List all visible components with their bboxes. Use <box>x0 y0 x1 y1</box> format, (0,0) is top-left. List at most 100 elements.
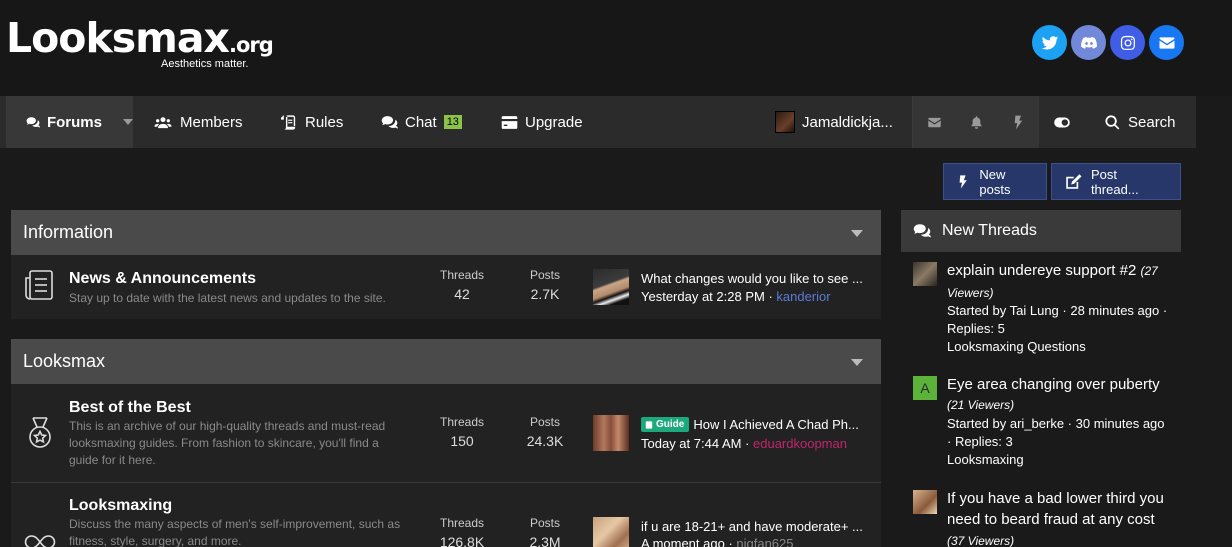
thread-starter: Started by Tai Lung · 28 minutes ago · <box>947 303 1168 318</box>
chevron-down-icon[interactable] <box>123 119 133 125</box>
forum-title[interactable]: Looksmaxing <box>69 497 172 515</box>
last-post-time[interactable]: A moment ago <box>641 536 725 547</box>
scroll-icon <box>281 114 296 130</box>
threads-stat: Threads 126.8K <box>432 516 492 547</box>
threads-count: 42 <box>454 286 470 302</box>
instagram-icon[interactable] <box>1110 25 1145 60</box>
whats-new-button[interactable] <box>997 96 1039 148</box>
post-thread-label: Post thread... <box>1090 166 1139 197</box>
posts-count: 2.3M <box>529 534 561 547</box>
new-threads-header: New Threads <box>901 210 1181 252</box>
nav-rules-tab[interactable]: Rules <box>281 96 343 148</box>
forum-title[interactable]: Best of the Best <box>69 399 191 417</box>
social-links <box>1032 25 1184 60</box>
logo-tagline: Aesthetics matter. <box>161 58 249 70</box>
posts-count: 24.3K <box>526 433 564 449</box>
last-post-title[interactable]: if u are 18-21+ and have moderate+ ... <box>641 519 871 534</box>
bolt-icon <box>1014 115 1022 129</box>
user-account-menu[interactable]: Jamaldickja... <box>763 96 913 148</box>
avatar[interactable] <box>913 262 937 286</box>
twitter-icon[interactable] <box>1032 25 1067 60</box>
envelope-icon <box>927 117 941 127</box>
category-header-looksmax[interactable]: Looksmax <box>11 339 881 384</box>
discord-icon[interactable] <box>1071 25 1106 60</box>
posts-label: Posts <box>529 415 560 429</box>
last-post-user[interactable]: kanderior <box>776 289 830 304</box>
nav-rules-label: Rules <box>305 113 344 131</box>
main-nav: Forums Members Rules Chat 13 Upgrade Jam… <box>0 96 1196 148</box>
logo-org: .org <box>228 33 274 57</box>
forum-description: This is an archive of our high-quality t… <box>69 419 386 467</box>
last-post-time[interactable]: Today at 7:44 AM <box>641 436 741 451</box>
threads-label: Threads <box>439 415 485 429</box>
threads-stat: Threads 150 <box>432 415 492 449</box>
username: Jamaldickja... <box>802 113 893 131</box>
sidebar-title[interactable]: New Threads <box>942 222 1037 240</box>
threads-label: Threads <box>439 268 485 282</box>
new-thread-item: A Eye area changing over puberty (21 Vie… <box>913 374 1183 474</box>
last-post-title-text: What changes would you like to see ... <box>641 271 863 286</box>
thread-title[interactable]: If you have a bad lower third you need t… <box>947 488 1177 530</box>
posts-stat: Posts 24.3K <box>515 415 575 449</box>
new-posts-button[interactable]: New posts <box>943 163 1047 200</box>
thread-forum-link[interactable]: Looksmaxing Questions <box>947 338 1183 356</box>
avatar <box>775 111 795 133</box>
last-post-title[interactable]: Guide How I Achieved A Chad Ph... <box>641 417 871 432</box>
nav-chat-tab[interactable]: Chat 13 <box>381 96 462 148</box>
forum-description: Discuss the many aspects of men's self-i… <box>69 517 401 547</box>
site-logo[interactable]: Looksmax.org Aesthetics matter. <box>6 16 274 70</box>
last-post-user[interactable]: eduardkoopman <box>753 436 847 451</box>
thread-replies: Replies: 5 <box>947 321 1005 336</box>
threads-label: Threads <box>439 516 485 530</box>
comments-icon <box>26 116 40 127</box>
last-post-meta: Today at 7:44 AM · eduardkoopman <box>641 436 847 451</box>
thread-replies: · Replies: 3 <box>947 434 1013 449</box>
forum-node-looksmaxing: Looksmaxing Discuss the many aspects of … <box>11 483 881 547</box>
last-post-avatar[interactable] <box>593 517 629 547</box>
collapse-toggle-icon[interactable] <box>851 359 863 366</box>
thread-forum-link[interactable]: Looksmaxing <box>947 451 1183 469</box>
thread-title-text: explain undereye support #2 <box>947 262 1137 279</box>
last-post-title[interactable]: What changes would you like to see ... <box>641 271 871 286</box>
post-thread-button[interactable]: Post thread... <box>1051 163 1181 200</box>
thread-title[interactable]: explain undereye support #2 (27 Viewers) <box>947 260 1177 304</box>
style-toggle-button[interactable] <box>1040 96 1084 148</box>
nav-upgrade-tab[interactable]: Upgrade <box>501 96 583 148</box>
category-header-information[interactable]: Information <box>11 210 881 255</box>
nav-chat-label: Chat <box>405 113 437 131</box>
nav-members-tab[interactable]: Members <box>153 96 243 148</box>
guide-prefix-badge[interactable]: Guide <box>641 417 690 432</box>
nav-members-label: Members <box>180 113 243 131</box>
users-icon <box>154 116 172 128</box>
collapse-toggle-icon[interactable] <box>851 230 863 237</box>
search-button[interactable]: Search <box>1104 96 1176 148</box>
edit-icon <box>1066 173 1082 189</box>
thread-starter: Started by ari_berke · 30 minutes ago <box>947 416 1165 431</box>
forum-node-best-of-the-best: Best of the Best This is an archive of o… <box>11 384 881 482</box>
last-post-meta: A moment ago · nigfan625 <box>641 536 794 547</box>
posts-label: Posts <box>529 516 560 530</box>
thread-title[interactable]: Eye area changing over puberty <box>947 374 1177 395</box>
posts-stat: Posts 2.7K <box>515 268 575 302</box>
prefix-label: Guide <box>656 419 685 430</box>
alerts-button[interactable] <box>955 96 997 148</box>
bolt-icon <box>959 174 967 189</box>
bell-icon <box>971 115 981 129</box>
last-post-avatar[interactable] <box>593 269 629 305</box>
forum-title[interactable]: News & Announcements <box>69 270 256 288</box>
new-thread-item: If you have a bad lower third you need t… <box>913 488 1183 547</box>
threads-count: 150 <box>450 433 474 449</box>
chat-count-badge: 13 <box>443 115 462 129</box>
avatar[interactable] <box>913 490 937 514</box>
conversations-button[interactable] <box>913 96 955 148</box>
last-post-time[interactable]: Yesterday at 2:28 PM <box>641 289 765 304</box>
last-post-avatar[interactable] <box>593 415 629 451</box>
email-icon[interactable] <box>1149 25 1184 60</box>
infinity-icon <box>23 525 57 547</box>
avatar[interactable]: A <box>913 376 937 400</box>
toggle-icon <box>1054 117 1070 127</box>
search-label: Search <box>1128 113 1176 131</box>
new-posts-label: New posts <box>979 166 1011 197</box>
last-post-user[interactable]: nigfan625 <box>736 536 793 547</box>
nav-forums-tab[interactable]: Forums <box>6 96 133 148</box>
